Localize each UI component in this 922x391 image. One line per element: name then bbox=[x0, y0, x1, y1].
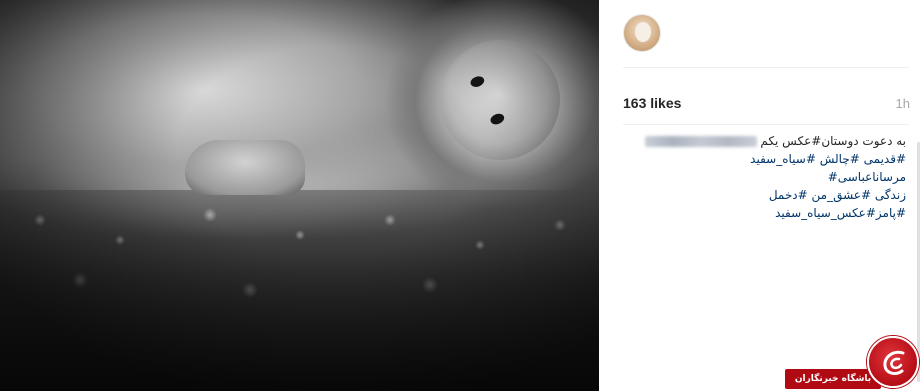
hashtag-link[interactable]: مرسانا‌عباسی# bbox=[828, 170, 906, 184]
avatar-face bbox=[635, 22, 651, 42]
hashtag-link[interactable]: #عشق_من bbox=[812, 188, 872, 202]
post-side-panel: 163 likes 1h به دعوت دوستان#عکس یکم #قدی… bbox=[599, 0, 922, 391]
watermark-label: باشگاه خبرنگاران bbox=[785, 369, 881, 389]
photo-vignette bbox=[0, 0, 599, 391]
agency-watermark: باشگاه خبرنگاران bbox=[785, 336, 922, 391]
hashtag-link[interactable]: #سیاه_سفید bbox=[750, 152, 816, 166]
likes-count[interactable]: 163 likes bbox=[623, 95, 681, 111]
hashtag-link[interactable]: #چالش bbox=[820, 152, 860, 166]
header-divider bbox=[623, 67, 909, 68]
caption-line: #پامز#عکس_سیاه_سفید bbox=[623, 204, 906, 222]
caption-line: به دعوت دوستان#عکس یکم bbox=[623, 132, 906, 150]
blurred-username[interactable] bbox=[644, 136, 757, 147]
hashtag-link[interactable]: #دخمل bbox=[769, 188, 808, 202]
avatar[interactable] bbox=[623, 14, 661, 52]
hashtag-link[interactable]: #قدیمی bbox=[864, 152, 906, 166]
caption-line: مرسانا‌عباسی# bbox=[623, 168, 906, 186]
post-photo[interactable] bbox=[0, 0, 599, 391]
caption-line: #قدیمی #چالش #سیاه_سفید bbox=[623, 150, 906, 168]
post-caption: به دعوت دوستان#عکس یکم #قدیمی #چالش #سیا… bbox=[623, 132, 906, 222]
hashtag-link[interactable]: زندگی bbox=[875, 188, 906, 202]
caption-text: به دعوت دوستان#عکس یکم bbox=[760, 134, 906, 148]
caption-line: زندگی #عشق_من #دخمل bbox=[623, 186, 906, 204]
likes-divider bbox=[623, 124, 909, 125]
post-timestamp[interactable]: 1h bbox=[896, 96, 910, 111]
watermark-logo-icon bbox=[867, 336, 919, 388]
hashtag-link[interactable]: #پامز#عکس_سیاه_سفید bbox=[775, 206, 906, 220]
